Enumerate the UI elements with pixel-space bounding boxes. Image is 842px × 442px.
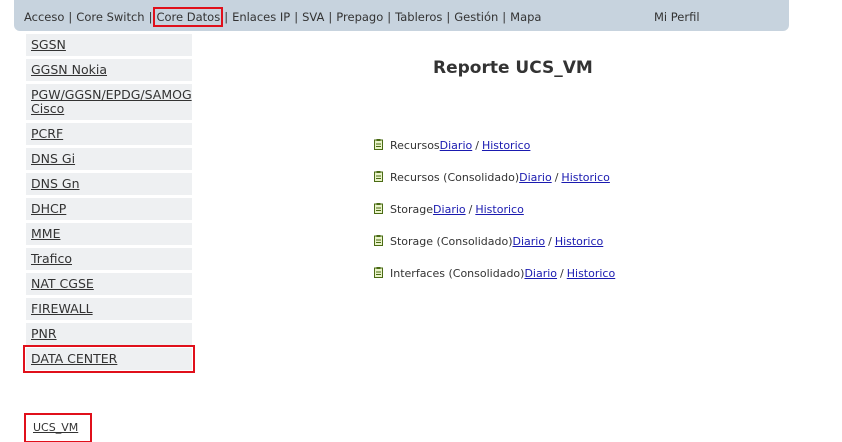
report-document-icon [374,203,383,214]
nav-separator: | [502,10,507,24]
sidebar-item-pnr[interactable]: PNR [26,323,192,345]
profile-link[interactable]: Mi Perfil [654,10,700,24]
sidebar-item-mme[interactable]: MME [26,223,192,245]
history-link[interactable]: Historico [561,171,609,184]
page-title: Reporte UCS_VM [433,58,593,78]
nav-sva[interactable]: SVA [302,10,324,24]
top-navigation: Acceso | Core Switch | Core Datos | Enlaces IP… [14,0,789,31]
sidebar-item-dns-gi[interactable]: DNS Gi [26,148,192,170]
nav-separator: | [148,10,153,24]
history-link[interactable]: Historico [482,139,530,152]
sidebar-item-pcrf[interactable]: PCRF [26,123,192,145]
link-separator: / [548,235,552,248]
nav-separator: | [224,10,229,24]
sidebar: SGSN GGSN Nokia PGW/GGSN/EPDG/SAMOG Cisc… [23,34,195,373]
report-list: Recursos Diario / Historico Recursos (Con… [374,139,615,299]
report-row: Recursos Diario / Historico [374,139,615,171]
nav-separator: | [446,10,451,24]
report-row: Storage Diario / Historico [374,203,615,235]
nav-enlaces-ip[interactable]: Enlaces IP [232,10,290,24]
link-separator: / [554,171,559,184]
daily-link[interactable]: Diario [519,171,552,184]
nav-core-switch[interactable]: Core Switch [76,10,144,24]
link-separator: / [475,139,479,152]
link-separator: / [560,267,564,280]
report-label: Recursos [390,139,440,152]
link-separator: / [468,203,473,216]
report-document-icon [374,139,383,150]
report-document-icon [374,267,383,278]
history-link[interactable]: Historico [567,267,615,280]
daily-link[interactable]: Diario [433,203,466,216]
nav-prepago[interactable]: Prepago [336,10,383,24]
sidebar-item-sgsn[interactable]: SGSN [26,34,192,56]
nav-acceso[interactable]: Acceso [24,10,64,24]
report-row: Storage (Consolidado) Diario / Historico [374,235,615,267]
sidebar-item-dns-gn[interactable]: DNS Gn [26,173,192,195]
nav-gestion[interactable]: Gestión [454,10,498,24]
history-link[interactable]: Historico [555,235,603,248]
nav-separator: | [68,10,73,24]
nav-tableros[interactable]: Tableros [395,10,442,24]
report-document-icon [374,171,383,182]
report-row: Recursos (Consolidado) Diario / Historico [374,171,615,203]
report-label: Storage [390,203,434,216]
nav-core-datos[interactable]: Core Datos [153,7,224,27]
nav-separator: | [387,10,392,24]
top-menu: Acceso | Core Switch | Core Datos | Enlaces IP… [24,7,541,27]
report-label: Recursos (Consolidado) [390,171,520,184]
sidebar-item-trafico[interactable]: Trafico [26,248,192,270]
nav-separator: | [328,10,333,24]
daily-link[interactable]: Diario [440,139,473,152]
report-label: Interfaces (Consolidado) [390,267,525,280]
nav-separator: | [294,10,299,24]
report-document-icon [374,235,383,246]
sidebar-item-dhcp[interactable]: DHCP [26,198,192,220]
sidebar-item-data-center[interactable]: DATA CENTER [23,345,195,373]
sidebar-subitem-ucs-vm[interactable]: UCS_VM [24,413,92,442]
daily-link[interactable]: Diario [513,235,546,248]
report-row: Interfaces (Consolidado) Diario / Histori… [374,267,615,299]
report-label: Storage (Consolidado) [390,235,513,248]
sidebar-item-pgw-cisco[interactable]: PGW/GGSN/EPDG/SAMOG Cisco [26,84,192,120]
history-link[interactable]: Historico [475,203,523,216]
sidebar-item-firewall[interactable]: FIREWALL [26,298,192,320]
sidebar-item-ggsn-nokia[interactable]: GGSN Nokia [26,59,192,81]
nav-mapa[interactable]: Mapa [510,10,541,24]
daily-link[interactable]: Diario [524,267,557,280]
sidebar-item-nat-cgse[interactable]: NAT CGSE [26,273,192,295]
